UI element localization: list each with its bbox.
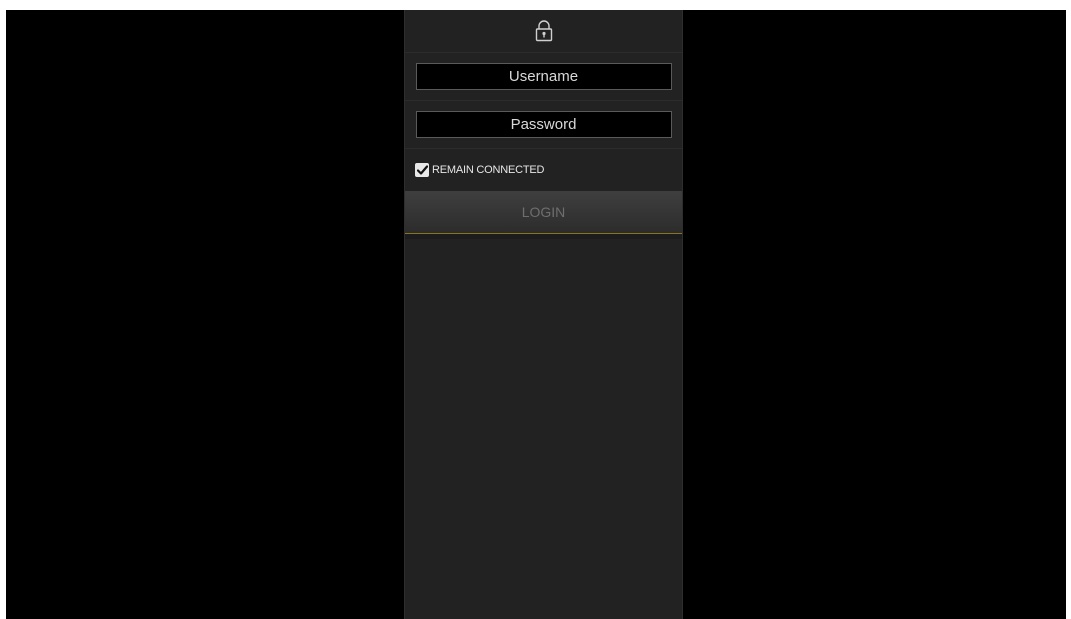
login-button-shadow	[405, 234, 682, 239]
password-row	[405, 101, 682, 149]
login-button[interactable]: LOGIN	[405, 191, 682, 234]
remain-connected-row[interactable]: REMAIN CONNECTED	[405, 149, 682, 191]
lock-header	[405, 10, 682, 53]
lock-icon	[535, 20, 553, 42]
username-row	[405, 53, 682, 101]
remain-connected-label: REMAIN CONNECTED	[432, 164, 545, 176]
username-input[interactable]	[415, 63, 672, 90]
password-input[interactable]	[415, 111, 672, 138]
viewport: REMAIN CONNECTED LOGIN	[6, 10, 1066, 619]
checkmark-icon	[416, 165, 428, 175]
remain-connected-checkbox[interactable]	[415, 163, 429, 177]
login-panel: REMAIN CONNECTED LOGIN	[404, 10, 683, 619]
